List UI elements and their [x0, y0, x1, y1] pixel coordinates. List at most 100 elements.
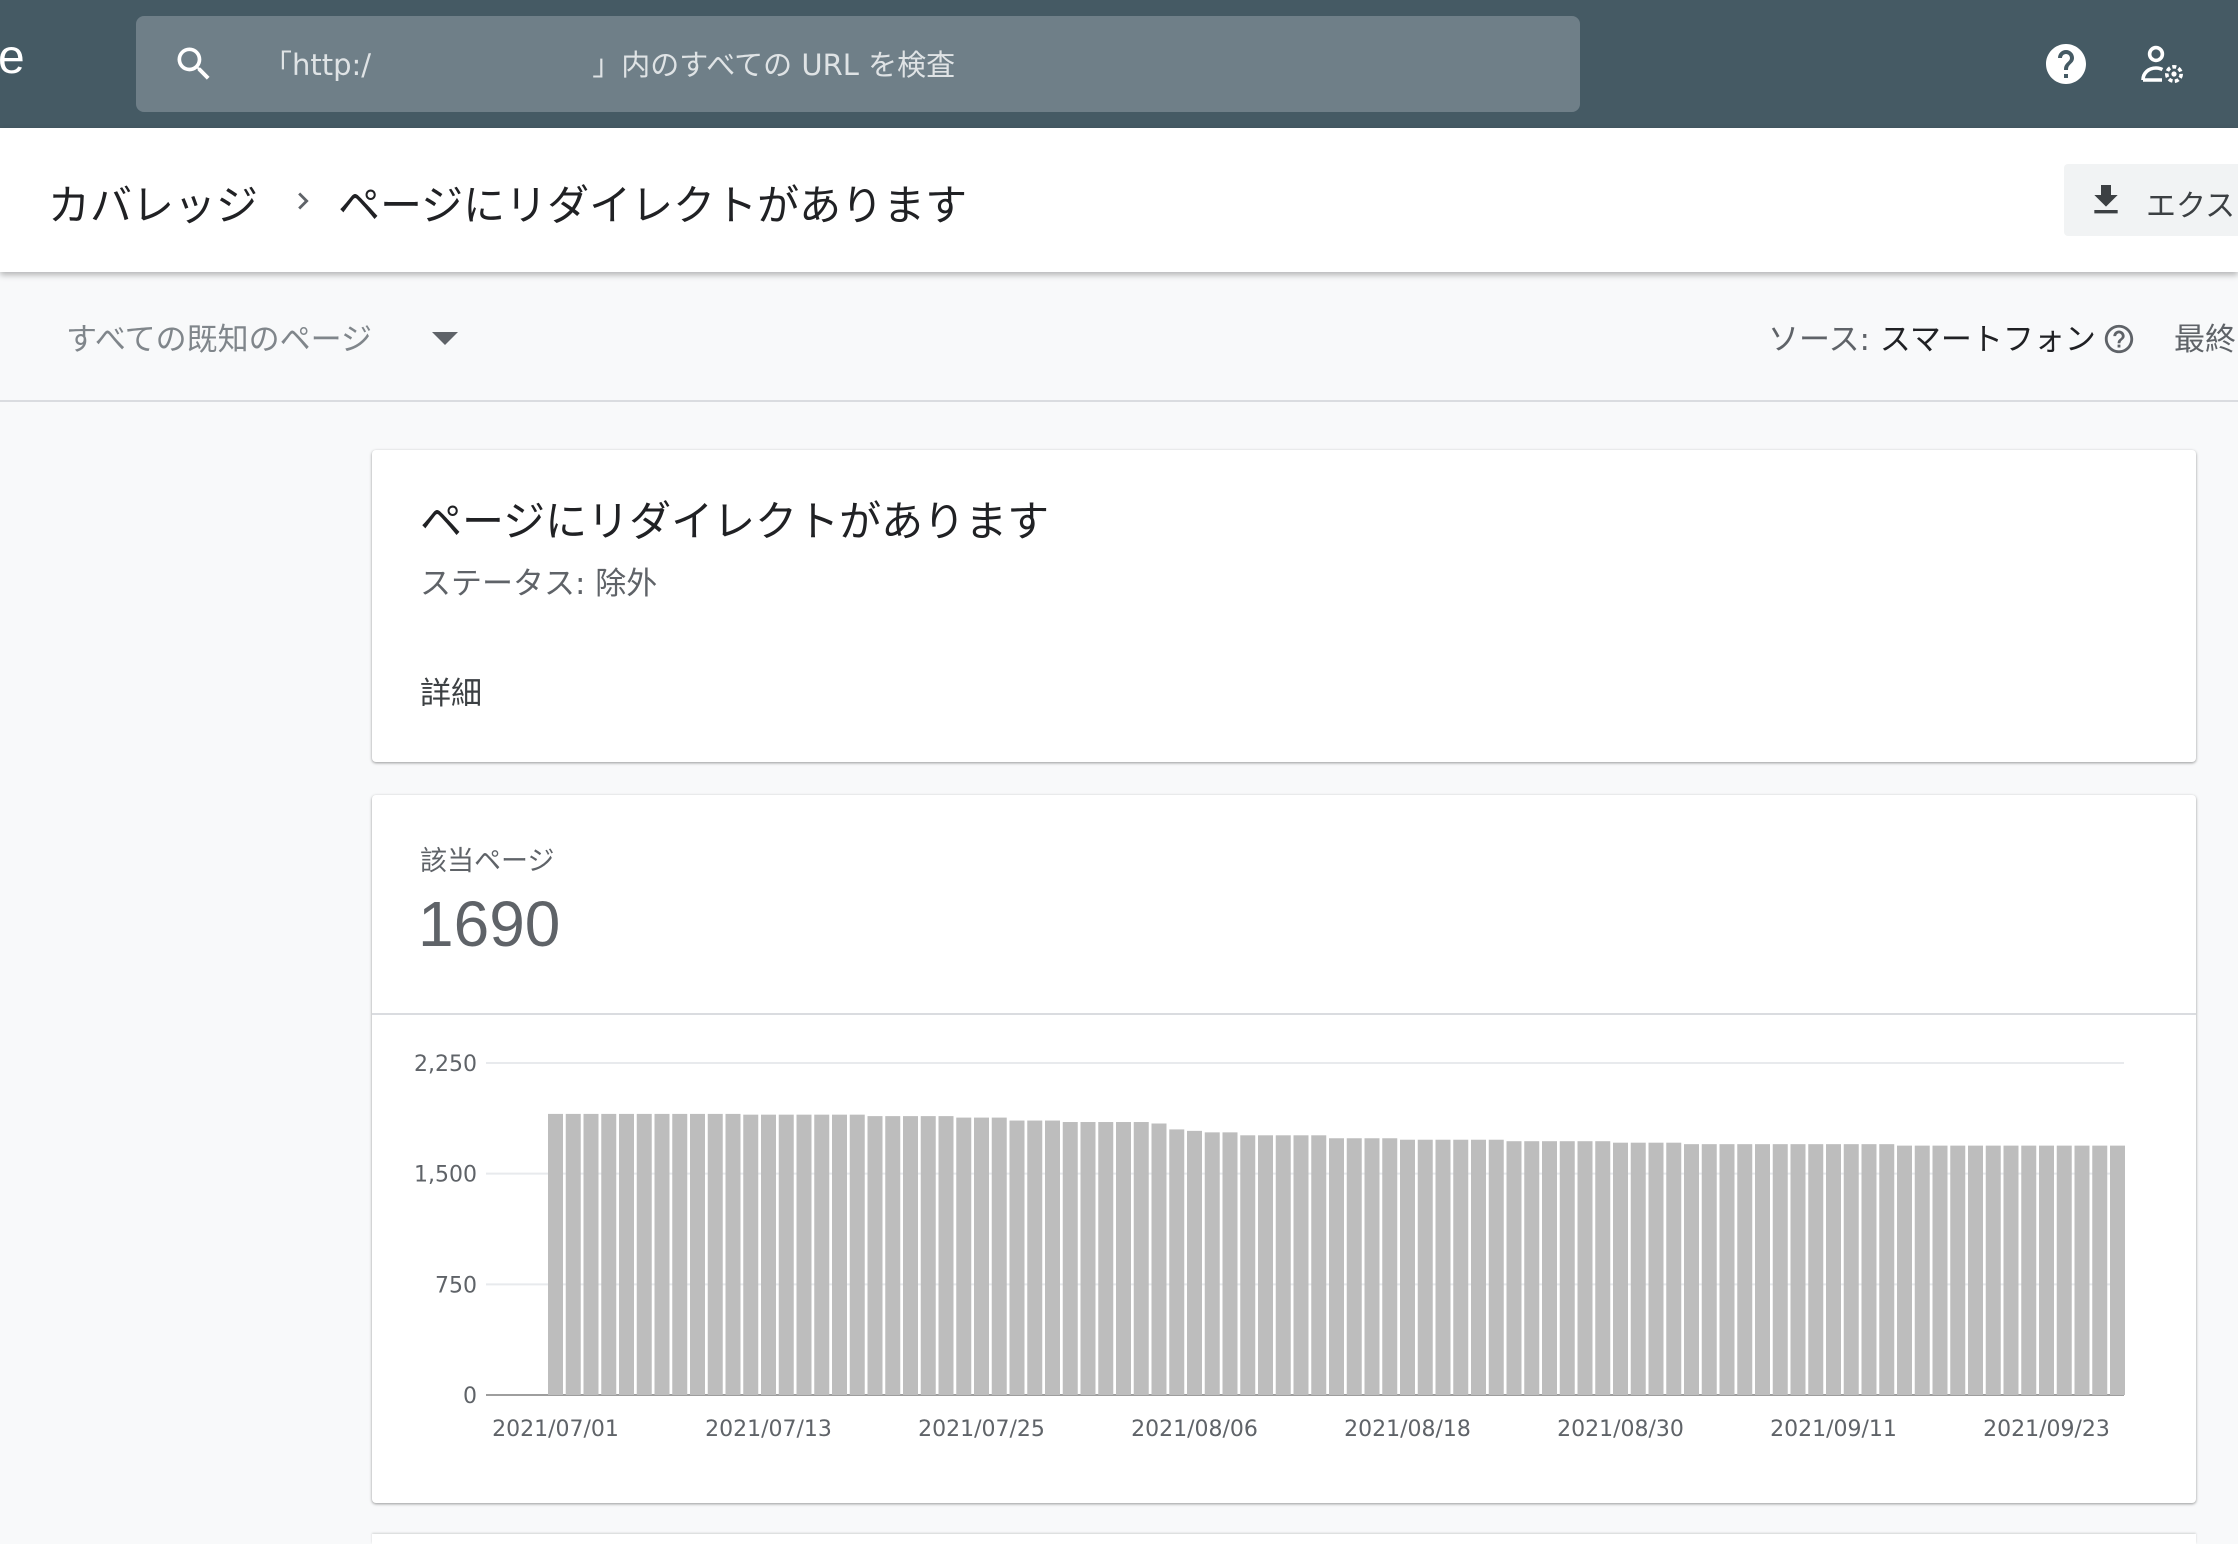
chart-bar[interactable] [1772, 1144, 1788, 1395]
chart-bar[interactable] [814, 1114, 830, 1395]
chart-bar[interactable] [601, 1113, 617, 1395]
details-link[interactable]: 詳細 [420, 668, 482, 713]
chart-bar[interactable] [1808, 1144, 1824, 1395]
chart-bar[interactable] [1790, 1144, 1806, 1395]
chart-bar[interactable] [725, 1113, 741, 1395]
chart-bar[interactable] [1648, 1142, 1664, 1395]
chart-bar[interactable] [1630, 1142, 1646, 1395]
chart-bar[interactable] [1258, 1135, 1273, 1395]
chart-bar[interactable] [1826, 1144, 1841, 1395]
chart-bar[interactable] [707, 1113, 723, 1395]
chart-bar[interactable] [2056, 1145, 2072, 1395]
breadcrumb-coverage[interactable]: カバレッジ [48, 172, 258, 233]
chart-bar[interactable] [1559, 1141, 1575, 1395]
chart-bar[interactable] [2039, 1145, 2054, 1395]
url-inspection-input[interactable] [261, 16, 1565, 114]
chart-bar[interactable] [1488, 1139, 1504, 1395]
chart-bar[interactable] [743, 1114, 759, 1395]
page-filter-dropdown[interactable]: すべての既知のページ [66, 314, 486, 362]
chart-bar[interactable] [2074, 1145, 2090, 1395]
chart-bar[interactable] [1311, 1135, 1327, 1395]
chart-bar[interactable] [867, 1116, 883, 1395]
chart-bar[interactable] [1666, 1142, 1682, 1395]
chart-bar[interactable] [1471, 1139, 1486, 1395]
chart-bar[interactable] [1542, 1141, 1557, 1395]
chart-bar[interactable] [974, 1117, 989, 1395]
chart-bar[interactable] [938, 1116, 954, 1395]
chart-bar[interactable] [1187, 1130, 1202, 1395]
chart-bar[interactable] [1080, 1122, 1096, 1395]
search-icon[interactable] [172, 42, 216, 86]
chart-bar[interactable] [1116, 1122, 1131, 1395]
chart-bar[interactable] [2110, 1145, 2125, 1395]
chart-bar[interactable] [1506, 1141, 1522, 1395]
chart-bar[interactable] [1240, 1135, 1256, 1395]
chart-bar[interactable] [991, 1117, 1007, 1395]
chart-bar[interactable] [548, 1113, 563, 1395]
chart-bar[interactable] [796, 1114, 812, 1395]
chart-bar[interactable] [1293, 1135, 1309, 1395]
chart-bar[interactable] [565, 1113, 581, 1395]
chart-bar[interactable] [1453, 1139, 1469, 1395]
chart-bar[interactable] [1755, 1144, 1770, 1395]
chart-bar[interactable] [1968, 1145, 1983, 1395]
chart-bar[interactable] [1275, 1135, 1291, 1395]
chart-bar[interactable] [1222, 1132, 1238, 1395]
chart-bar[interactable] [1329, 1138, 1344, 1395]
chart-bar[interactable] [1719, 1144, 1735, 1395]
chart-bar[interactable] [1133, 1122, 1149, 1395]
chart-bar[interactable] [2092, 1145, 2108, 1395]
chart-bar[interactable] [1684, 1144, 1699, 1395]
chart-bar[interactable] [1027, 1120, 1043, 1395]
chart-bar[interactable] [761, 1114, 776, 1395]
chart-bar[interactable] [1009, 1120, 1025, 1395]
chart-bar[interactable] [1045, 1120, 1060, 1395]
chart-bar[interactable] [1346, 1138, 1362, 1395]
chart-bar[interactable] [583, 1113, 599, 1395]
account-settings-icon[interactable] [2138, 40, 2186, 88]
chart-bar[interactable] [1701, 1144, 1717, 1395]
chart-bar[interactable] [1400, 1139, 1415, 1395]
chart-bar[interactable] [1950, 1145, 1966, 1395]
chart-bar[interactable] [619, 1113, 634, 1395]
product-logo-fragment[interactable]: e [0, 30, 25, 85]
chart-bar[interactable] [1914, 1145, 1930, 1395]
chart-bar[interactable] [956, 1117, 972, 1395]
chart-bar[interactable] [1861, 1144, 1877, 1395]
chart-bar[interactable] [903, 1116, 918, 1395]
chart-bar[interactable] [1062, 1122, 1078, 1395]
help-outline-icon[interactable] [2102, 322, 2136, 356]
chart-bar[interactable] [1417, 1139, 1433, 1395]
chart-bar[interactable] [1435, 1139, 1451, 1395]
chart-bar[interactable] [1169, 1129, 1185, 1395]
chart-bar[interactable] [654, 1113, 670, 1395]
chart-bar[interactable] [672, 1113, 688, 1395]
chart-bar[interactable] [1897, 1145, 1912, 1395]
chart-bar[interactable] [1843, 1144, 1859, 1395]
chart-bar[interactable] [1595, 1141, 1611, 1395]
chart-bar[interactable] [849, 1114, 865, 1395]
chart-bar[interactable] [1382, 1138, 1398, 1395]
chart-bar[interactable] [690, 1113, 705, 1395]
chart-bar[interactable] [1151, 1123, 1167, 1395]
chart-bar[interactable] [1737, 1144, 1753, 1395]
chart-bar[interactable] [1577, 1141, 1593, 1395]
chart-bar[interactable] [1879, 1144, 1895, 1395]
url-inspection-search[interactable] [136, 16, 1580, 114]
chart-bar[interactable] [832, 1114, 847, 1395]
chart-bar[interactable] [1932, 1145, 1948, 1395]
chart-bar[interactable] [885, 1116, 901, 1395]
chart-bar[interactable] [1985, 1145, 2001, 1395]
chart-bar[interactable] [778, 1114, 794, 1395]
chart-bar[interactable] [920, 1116, 936, 1395]
export-button[interactable]: エクス [2064, 164, 2238, 236]
chart-bar[interactable] [1098, 1122, 1114, 1395]
chart-bar[interactable] [2021, 1145, 2037, 1395]
help-icon[interactable] [2042, 40, 2090, 88]
chart-bar[interactable] [1524, 1141, 1540, 1395]
chart-bar[interactable] [1613, 1142, 1628, 1395]
chart-bar[interactable] [2003, 1145, 2019, 1395]
chart-bar[interactable] [1204, 1132, 1220, 1395]
chart-bar[interactable] [1364, 1138, 1380, 1395]
chart-bar[interactable] [636, 1113, 652, 1395]
